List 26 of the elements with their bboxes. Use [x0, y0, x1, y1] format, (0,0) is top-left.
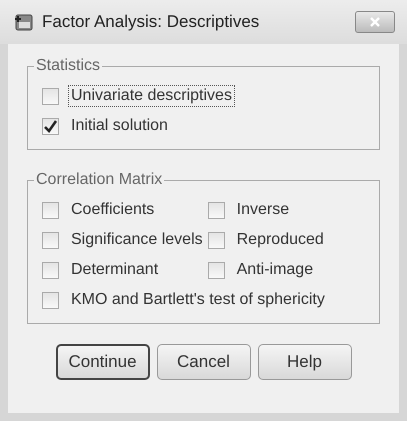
- checkbox[interactable]: [42, 232, 59, 248]
- checkbox-label[interactable]: KMO and Bartlett's test of sphericity: [68, 289, 328, 311]
- checkbox[interactable]: [42, 118, 59, 134]
- checkbox-label[interactable]: Inverse: [234, 199, 292, 221]
- dialog-button[interactable]: Cancel: [156, 344, 250, 380]
- checkbox[interactable]: [208, 202, 225, 218]
- checkbox-label[interactable]: Determinant: [68, 259, 162, 281]
- checkbox[interactable]: [42, 262, 59, 278]
- checkbox-label[interactable]: Coefficients: [68, 199, 158, 221]
- checkbox[interactable]: [42, 292, 59, 308]
- close-icon: [369, 17, 381, 27]
- checkbox-label[interactable]: Initial solution: [68, 115, 171, 137]
- dialog-button[interactable]: Help: [258, 344, 352, 380]
- checkmark-icon: [44, 120, 57, 132]
- checkbox-label[interactable]: Significance levels: [68, 229, 206, 251]
- checkbox[interactable]: [42, 88, 59, 104]
- checkbox[interactable]: [208, 262, 225, 278]
- checkbox-label[interactable]: Univariate descriptives: [68, 85, 235, 107]
- app-icon: [14, 12, 34, 32]
- dialog-button[interactable]: Continue: [56, 344, 150, 380]
- close-button[interactable]: [355, 11, 395, 33]
- checkbox[interactable]: [208, 232, 225, 248]
- checkbox-label[interactable]: Reproduced: [234, 229, 327, 251]
- checkbox-label[interactable]: Anti-image: [234, 259, 316, 281]
- window-title: Factor Analysis: Descriptives: [42, 12, 260, 32]
- checkbox[interactable]: [42, 202, 59, 218]
